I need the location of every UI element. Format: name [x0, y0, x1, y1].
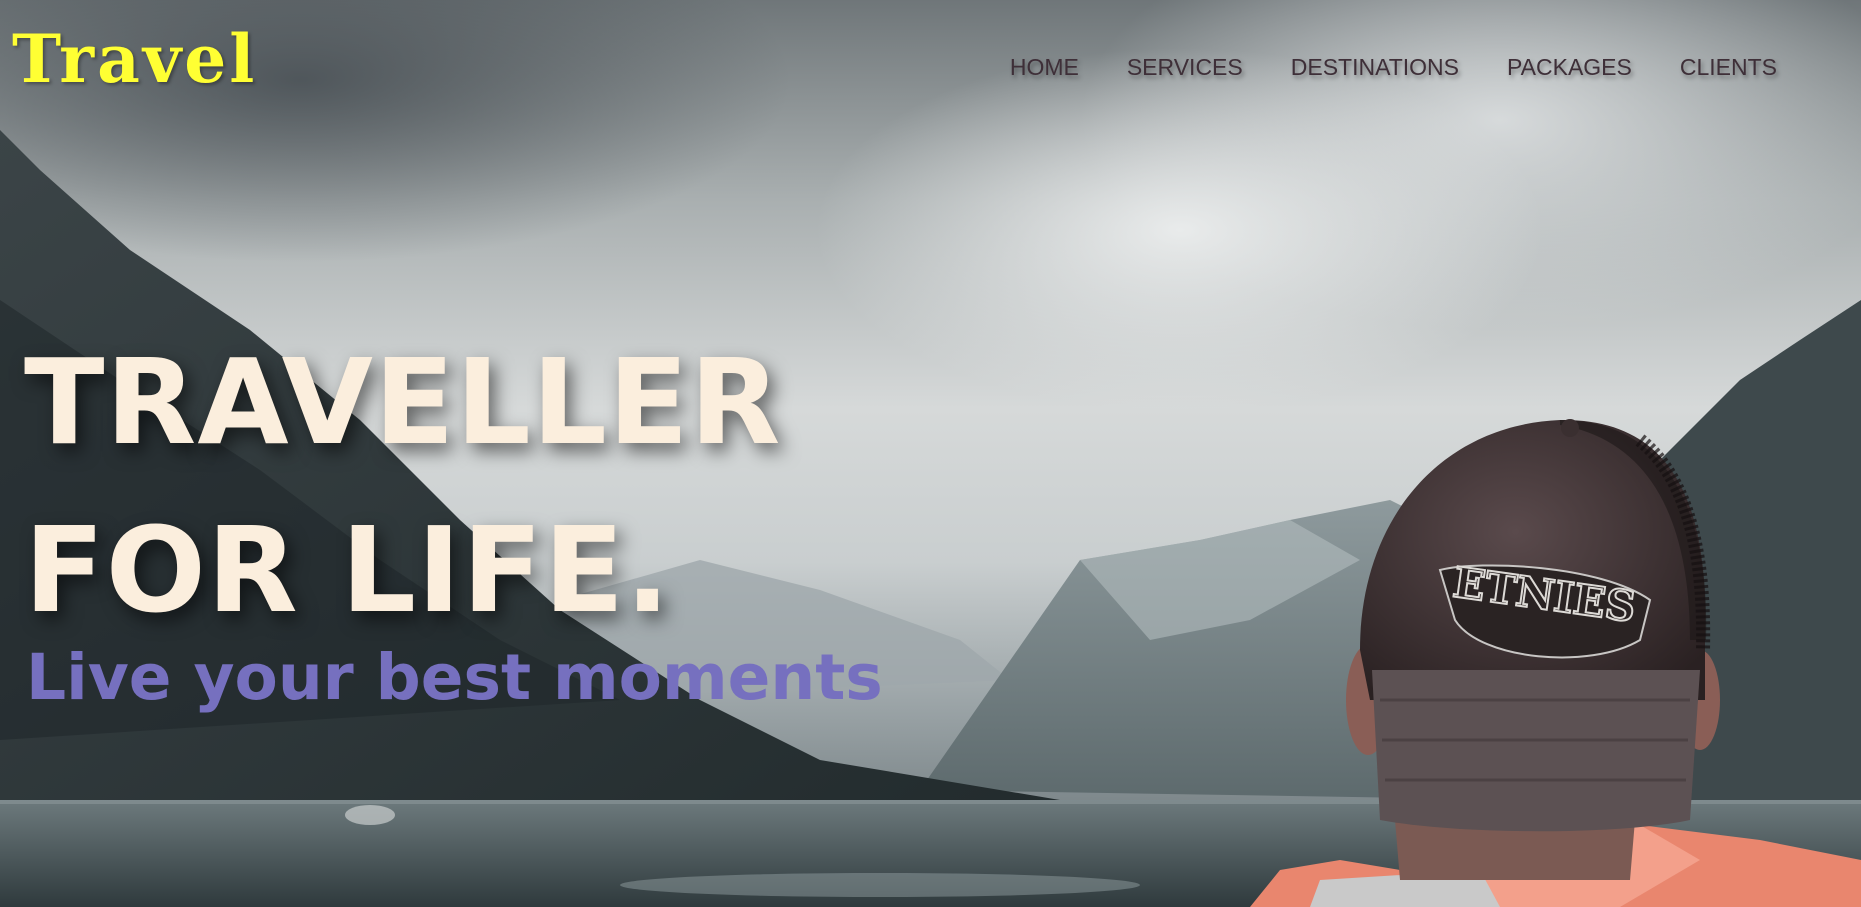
hero-title: TRAVELLER FOR LIFE. [24, 318, 781, 654]
nav-services[interactable]: SERVICES [1127, 56, 1243, 79]
hero-subtitle: Live your best moments [26, 641, 883, 714]
site-logo[interactable]: Travel [12, 26, 257, 92]
nav-clients[interactable]: CLIENTS [1680, 56, 1777, 79]
hero-title-line1: TRAVELLER [24, 333, 782, 471]
nav-home[interactable]: HOME [1010, 56, 1079, 79]
nav-packages[interactable]: PACKAGES [1507, 56, 1632, 79]
hero-title-line2: FOR LIFE. [24, 501, 671, 639]
main-nav: HOME SERVICES DESTINATIONS PACKAGES CLIE… [962, 56, 1777, 79]
nav-destinations[interactable]: DESTINATIONS [1291, 56, 1459, 79]
